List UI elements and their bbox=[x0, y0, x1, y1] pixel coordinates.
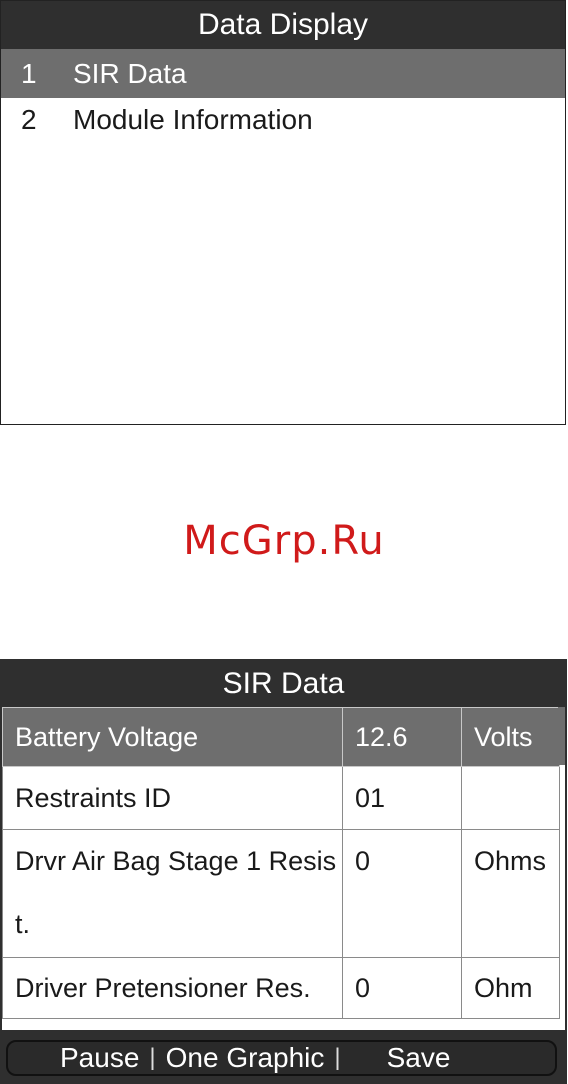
menu-item-number: 1 bbox=[21, 57, 37, 89]
save-button[interactable]: Save bbox=[387, 1042, 451, 1074]
one-graphic-button[interactable]: One Graphic bbox=[166, 1042, 325, 1074]
param-unit: Volts bbox=[461, 707, 560, 767]
param-name: Drvr Air Bag Stage 1 Resist. bbox=[2, 829, 343, 958]
page-title: SIR Data bbox=[222, 667, 345, 700]
param-unit: Ohm bbox=[461, 957, 560, 1019]
menu-item-label: SIR Data bbox=[73, 57, 187, 89]
param-value: 01 bbox=[342, 766, 462, 830]
menu-item-module-information[interactable]: 2 Module Information bbox=[1, 98, 565, 141]
param-name: Restraints ID bbox=[2, 766, 343, 830]
data-table-panel: Battery Voltage 12.6 Volts Restraints ID… bbox=[2, 707, 565, 1030]
separator: | bbox=[334, 1044, 341, 1071]
param-value: 0 bbox=[342, 957, 462, 1019]
menu-item-number: 2 bbox=[21, 103, 37, 135]
pause-button[interactable]: Pause bbox=[60, 1042, 139, 1074]
param-unit bbox=[461, 766, 560, 830]
watermark: McGrp.Ru bbox=[183, 518, 385, 564]
data-display-screen: Data Display 1 SIR Data 2 Module Informa… bbox=[0, 0, 566, 425]
param-unit: Ohms bbox=[461, 829, 560, 958]
table-row[interactable]: Battery Voltage 12.6 Volts bbox=[2, 707, 560, 767]
data-table: Battery Voltage 12.6 Volts Restraints ID… bbox=[2, 707, 560, 1019]
table-row[interactable]: Restraints ID 01 bbox=[2, 766, 560, 830]
param-value: 0 bbox=[342, 829, 462, 958]
param-name: Battery Voltage bbox=[2, 707, 343, 767]
table-row[interactable]: Drvr Air Bag Stage 1 Resist. 0 Ohms bbox=[2, 829, 560, 958]
param-name: Driver Pretensioner Res. bbox=[2, 957, 343, 1019]
menu-item-sir-data[interactable]: 1 SIR Data bbox=[1, 49, 565, 98]
page-title: Data Display bbox=[1, 1, 565, 49]
sir-data-screen: SIR Data Battery Voltage 12.6 Volts Rest… bbox=[0, 659, 567, 1084]
param-value: 12.6 bbox=[342, 707, 462, 767]
separator: | bbox=[149, 1044, 156, 1071]
scrollbar[interactable] bbox=[558, 707, 565, 765]
menu-item-label: Module Information bbox=[73, 103, 313, 135]
table-row[interactable]: Driver Pretensioner Res. 0 Ohm bbox=[2, 957, 560, 1019]
footer-toolbar: Pause | One Graphic | Save bbox=[6, 1040, 557, 1076]
